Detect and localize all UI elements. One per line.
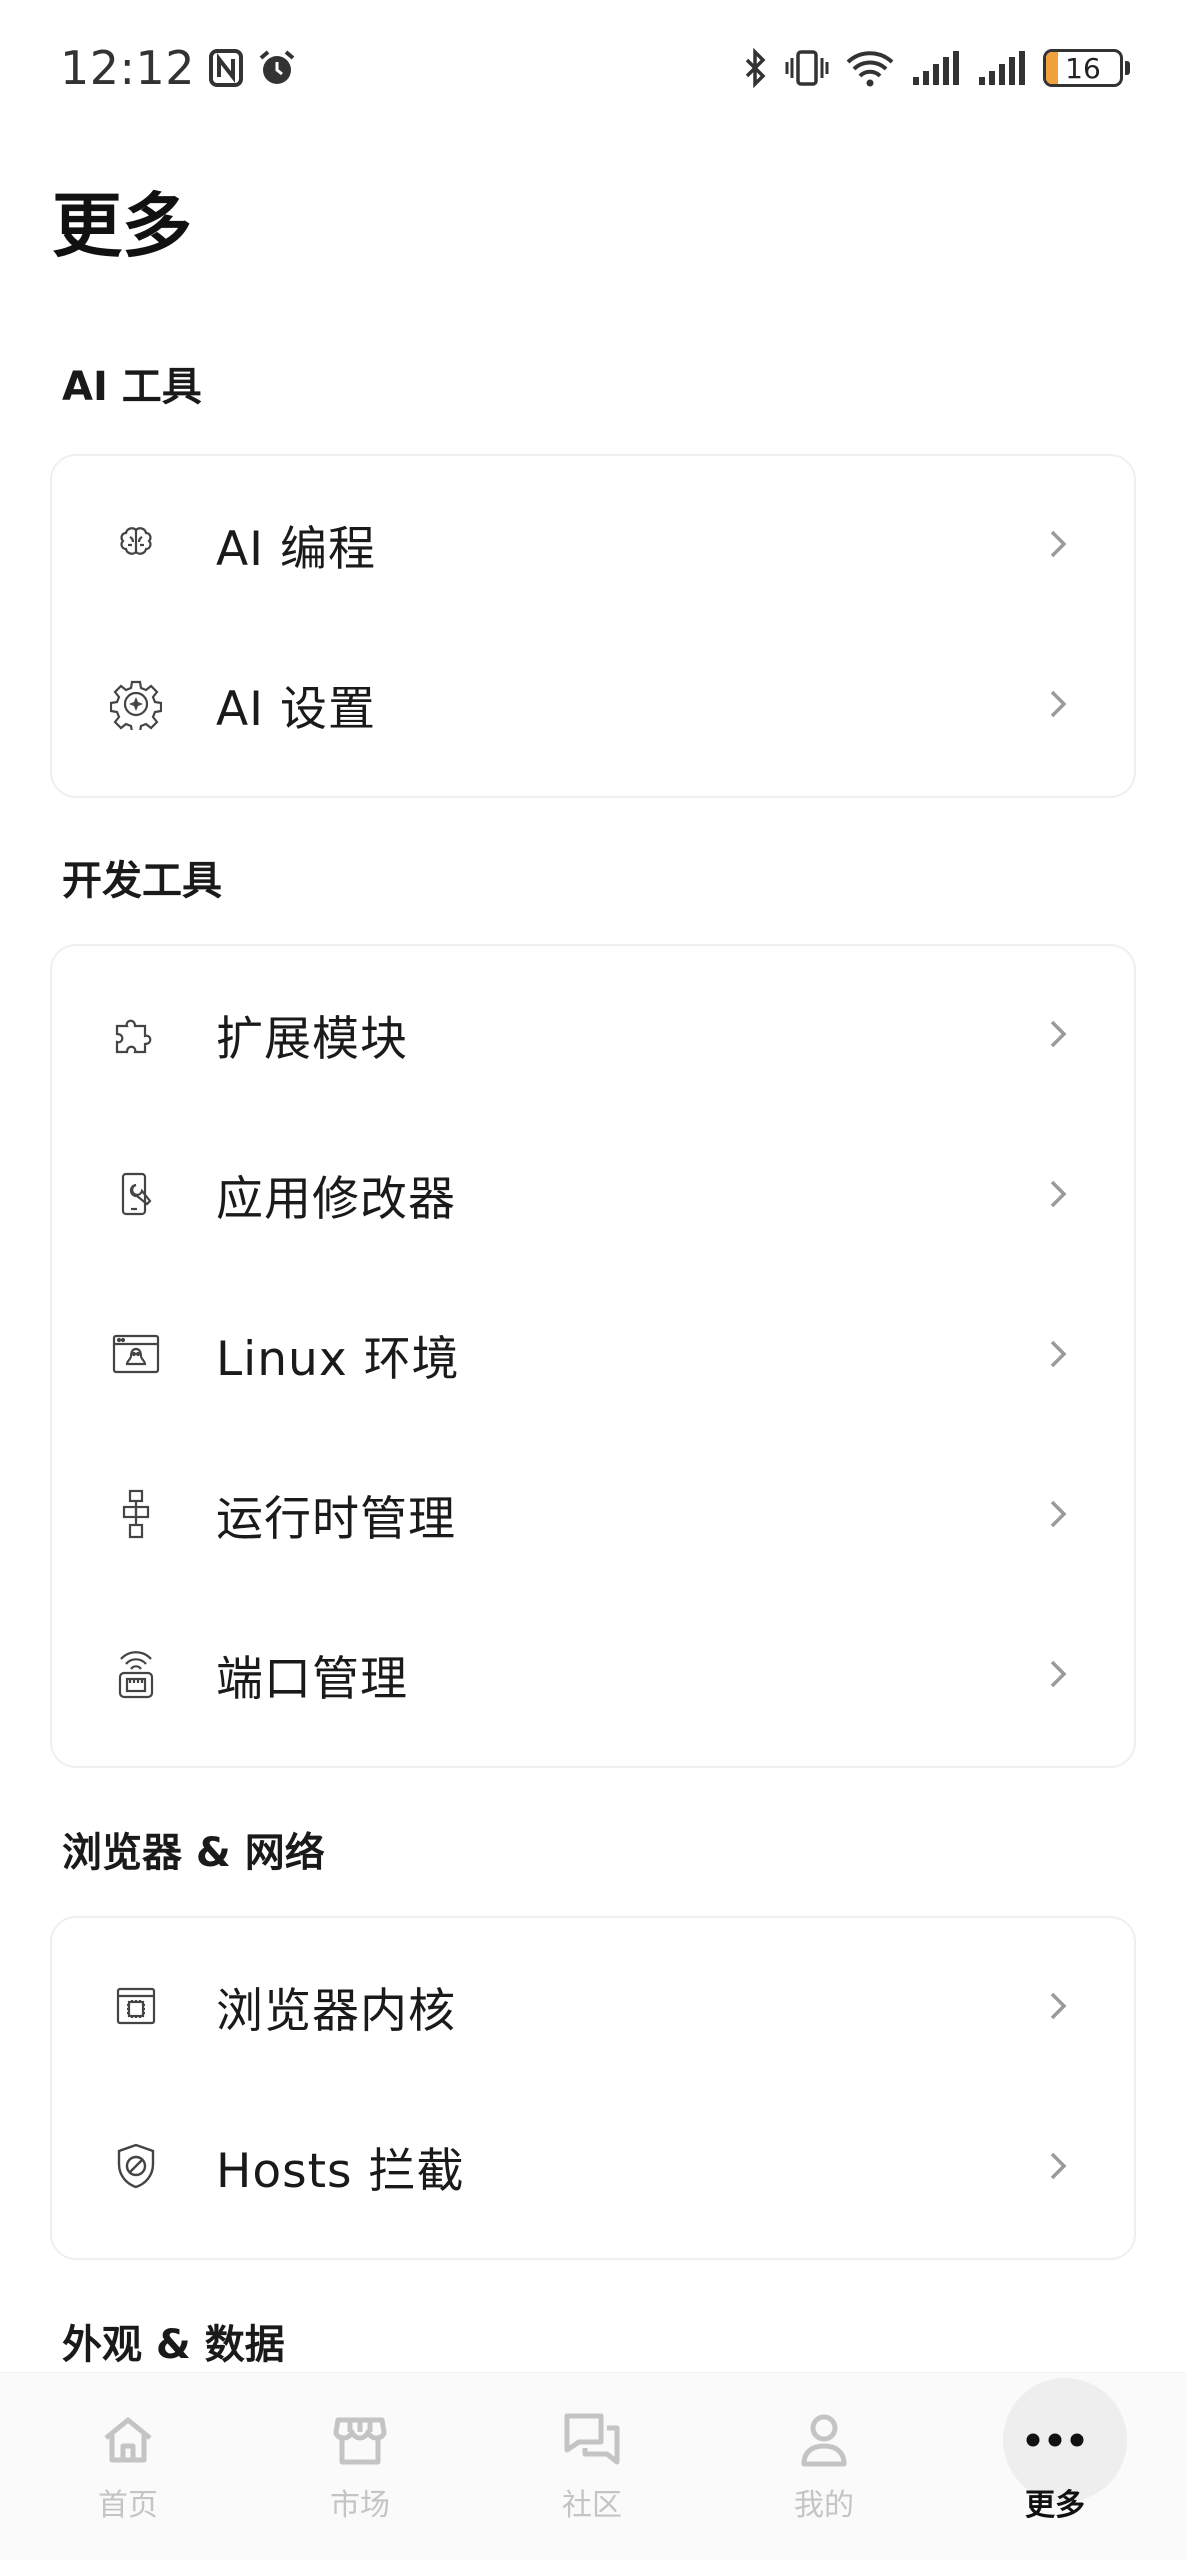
section-title-appearance-data: 外观 & 数据	[62, 2322, 285, 2368]
nav-item-market[interactable]: 市场	[270, 2372, 450, 2560]
menu-item-label: 运行时管理	[216, 1491, 456, 1547]
nav-item-home[interactable]: 首页	[38, 2372, 218, 2560]
section-title-ai-tools: AI 工具	[62, 364, 202, 410]
menu-item-ai-settings[interactable]: AI 设置	[52, 624, 1134, 784]
menu-item-extension-modules[interactable]: 扩展模块	[52, 954, 1134, 1114]
alarm-icon	[257, 48, 297, 88]
section-title-dev-tools: 开发工具	[62, 858, 222, 904]
nav-item-more[interactable]: 更多	[965, 2372, 1145, 2560]
runtime-blocks-icon	[108, 1486, 164, 1542]
menu-item-label: Linux 环境	[216, 1331, 460, 1387]
battery-indicator: 16	[1043, 49, 1123, 87]
store-icon	[332, 2408, 388, 2472]
ai-gear-icon	[108, 676, 164, 732]
more-dots-icon	[1025, 2408, 1085, 2472]
chevron-right-icon	[1044, 1174, 1072, 1214]
card-browser-network: 浏览器内核 Hosts 拦截	[50, 1916, 1136, 2260]
nav-label: 更多	[1025, 2488, 1085, 2523]
nav-item-community[interactable]: 社区	[502, 2372, 682, 2560]
signal-icon	[911, 49, 961, 87]
phone-wrench-icon	[108, 1166, 164, 1222]
chevron-right-icon	[1044, 2146, 1072, 2186]
chevron-right-icon	[1044, 1494, 1072, 1534]
vibrate-icon	[785, 48, 829, 88]
menu-item-label: 端口管理	[216, 1651, 408, 1707]
menu-item-label: 浏览器内核	[216, 1983, 456, 2039]
menu-item-app-modifier[interactable]: 应用修改器	[52, 1114, 1134, 1274]
menu-item-label: 扩展模块	[216, 1011, 408, 1067]
menu-item-label: AI 编程	[216, 521, 376, 577]
linux-terminal-icon	[108, 1326, 164, 1382]
chevron-right-icon	[1044, 524, 1072, 564]
nav-label: 首页	[98, 2488, 158, 2523]
chevron-right-icon	[1044, 684, 1072, 724]
card-dev-tools: 扩展模块 应用修改器 Linux 环境 运行时管理 端口管理	[50, 944, 1136, 1768]
puzzle-icon	[108, 1006, 164, 1062]
nav-label: 我的	[794, 2488, 854, 2523]
menu-item-label: 应用修改器	[216, 1171, 456, 1227]
battery-level: 16	[1065, 51, 1101, 85]
chevron-right-icon	[1044, 1014, 1072, 1054]
page-title: 更多	[52, 185, 192, 267]
menu-item-ai-coding[interactable]: AI 编程	[52, 464, 1134, 624]
person-icon	[798, 2408, 850, 2472]
brain-icon	[108, 516, 164, 572]
menu-item-label: AI 设置	[216, 681, 376, 737]
chevron-right-icon	[1044, 1654, 1072, 1694]
signal-icon	[977, 49, 1027, 87]
menu-item-runtime-management[interactable]: 运行时管理	[52, 1434, 1134, 1594]
port-icon	[108, 1646, 164, 1702]
card-ai-tools: AI 编程 AI 设置	[50, 454, 1136, 798]
menu-item-browser-engine[interactable]: 浏览器内核	[52, 1926, 1134, 2086]
browser-chip-icon	[108, 1978, 164, 2034]
section-title-browser-network: 浏览器 & 网络	[62, 1830, 325, 1876]
shield-block-icon	[108, 2138, 164, 2194]
menu-item-linux-environment[interactable]: Linux 环境	[52, 1274, 1134, 1434]
nav-label: 市场	[330, 2488, 390, 2523]
battery-tip	[1125, 61, 1130, 75]
wifi-icon	[845, 48, 895, 88]
nav-label: 社区	[562, 2488, 622, 2523]
status-left: 12:12	[60, 41, 297, 95]
menu-item-label: Hosts 拦截	[216, 2143, 465, 2199]
nfc-icon	[209, 49, 244, 87]
chevron-right-icon	[1044, 1986, 1072, 2026]
status-right: 16	[743, 48, 1130, 88]
bluetooth-icon	[743, 48, 769, 88]
chevron-right-icon	[1044, 1334, 1072, 1374]
nav-item-mine[interactable]: 我的	[734, 2372, 914, 2560]
menu-item-port-management[interactable]: 端口管理	[52, 1594, 1134, 1754]
battery-icon: 16	[1043, 49, 1130, 87]
status-bar: 12:12 16	[0, 0, 1186, 136]
menu-item-hosts-block[interactable]: Hosts 拦截	[52, 2086, 1134, 2246]
home-icon	[100, 2408, 156, 2472]
more-screen: 12:12 16 更多 AI 工具 AI 编程 AI 设置 开发工具 扩展模块 …	[0, 0, 1186, 2560]
status-time: 12:12	[60, 41, 196, 95]
chat-icon	[563, 2408, 621, 2472]
